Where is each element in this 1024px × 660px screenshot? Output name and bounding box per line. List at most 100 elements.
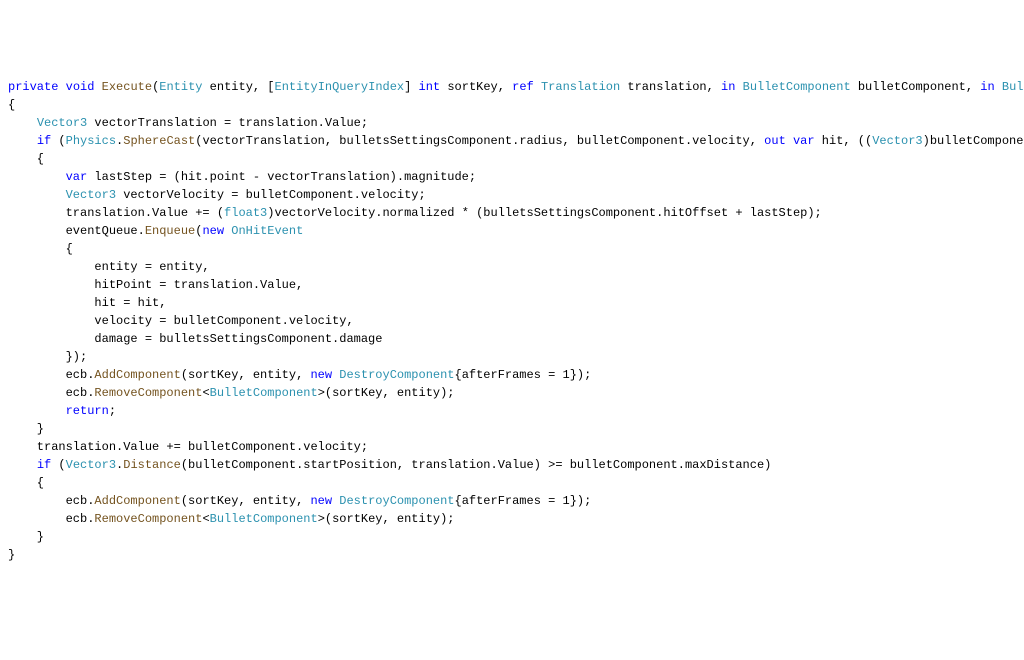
code-line[interactable]: Vector3 vectorTranslation = translation.… (8, 114, 1016, 132)
token-kw: out (764, 134, 786, 148)
token-plain: translation.Value += ( (8, 206, 224, 220)
code-line[interactable]: Vector3 vectorVelocity = bulletComponent… (8, 186, 1016, 204)
token-type: Translation (541, 80, 620, 94)
token-mth: AddComponent (94, 494, 180, 508)
token-plain (8, 116, 37, 130)
token-plain: lastStep = (hit.point - vectorTranslatio… (87, 170, 476, 184)
token-type: DestroyComponent (339, 368, 454, 382)
token-plain: translation, (620, 80, 721, 94)
token-plain: )bulletComponent.velocity).magnitude)) (923, 134, 1024, 148)
code-line[interactable]: } (8, 546, 1016, 564)
token-type: Vector3 (37, 116, 87, 130)
code-line[interactable]: eventQueue.Enqueue(new OnHitEvent (8, 222, 1016, 240)
token-plain: vectorVelocity = bulletComponent.velocit… (116, 188, 426, 202)
token-plain: ecb. (8, 386, 94, 400)
token-plain (94, 80, 101, 94)
code-line[interactable]: { (8, 96, 1016, 114)
token-plain: vectorTranslation = translation.Value; (87, 116, 368, 130)
code-line[interactable]: ecb.RemoveComponent<BulletComponent>(sor… (8, 384, 1016, 402)
token-mth: Execute (102, 80, 152, 94)
token-mth: SphereCast (123, 134, 195, 148)
code-line[interactable]: translation.Value += (float3)vectorVeloc… (8, 204, 1016, 222)
token-plain: ecb. (8, 512, 94, 526)
code-line[interactable]: private void Execute(Entity entity, [Ent… (8, 78, 1016, 96)
token-plain: < (202, 512, 209, 526)
code-line[interactable]: var lastStep = (hit.point - vectorTransl… (8, 168, 1016, 186)
code-line[interactable]: return; (8, 402, 1016, 420)
token-type: Entity (159, 80, 202, 94)
token-plain: (bulletComponent.startPosition, translat… (181, 458, 772, 472)
code-line[interactable]: hitPoint = translation.Value, (8, 276, 1016, 294)
token-plain: { (8, 152, 44, 166)
token-kw: void (66, 80, 95, 94)
code-editor[interactable]: private void Execute(Entity entity, [Ent… (8, 78, 1016, 564)
token-mth: RemoveComponent (94, 512, 202, 526)
token-type: BulletComponent (743, 80, 851, 94)
token-plain: velocity = bulletComponent.velocity, (8, 314, 354, 328)
token-plain: {afterFrames = 1}); (455, 494, 592, 508)
token-plain (58, 80, 65, 94)
token-plain: {afterFrames = 1}); (455, 368, 592, 382)
token-plain: translation.Value += bulletComponent.vel… (8, 440, 368, 454)
token-plain: hit, (( (815, 134, 873, 148)
token-type: Vector3 (872, 134, 922, 148)
code-line[interactable]: } (8, 528, 1016, 546)
token-plain: { (8, 476, 44, 490)
token-attr: EntityInQueryIndex (275, 80, 405, 94)
token-mth: AddComponent (94, 368, 180, 382)
token-plain: hit = hit, (8, 296, 166, 310)
token-mth: RemoveComponent (94, 386, 202, 400)
token-plain: >(sortKey, entity); (318, 512, 455, 526)
token-plain: < (202, 386, 209, 400)
code-line[interactable]: ecb.AddComponent(sortKey, entity, new De… (8, 492, 1016, 510)
token-kw: new (310, 368, 332, 382)
code-line[interactable]: if (Physics.SphereCast(vectorTranslation… (8, 132, 1016, 150)
code-line[interactable]: if (Vector3.Distance(bulletComponent.sta… (8, 456, 1016, 474)
token-kw: return (66, 404, 109, 418)
token-plain (8, 404, 66, 418)
code-line[interactable]: damage = bulletsSettingsComponent.damage (8, 330, 1016, 348)
token-plain: } (8, 548, 15, 562)
code-line[interactable]: { (8, 150, 1016, 168)
token-plain: { (8, 98, 15, 112)
token-kw: if (37, 458, 51, 472)
token-plain: ( (51, 458, 65, 472)
token-type: DestroyComponent (339, 494, 454, 508)
token-kw: private (8, 80, 58, 94)
token-kw: var (793, 134, 815, 148)
token-plain: } (8, 530, 44, 544)
token-plain: ] (404, 80, 418, 94)
token-plain (735, 80, 742, 94)
token-kw: in (721, 80, 735, 94)
token-mth: Enqueue (145, 224, 195, 238)
token-mth: Distance (123, 458, 181, 472)
code-line[interactable]: ecb.AddComponent(sortKey, entity, new De… (8, 366, 1016, 384)
token-type: BulletComponent (210, 512, 318, 526)
token-type: float3 (224, 206, 267, 220)
token-plain: ( (51, 134, 65, 148)
token-type: Vector3 (66, 458, 116, 472)
token-type: BulletsSettingsComponent (1002, 80, 1024, 94)
token-kw: in (980, 80, 994, 94)
code-line[interactable]: ecb.RemoveComponent<BulletComponent>(sor… (8, 510, 1016, 528)
token-plain (8, 188, 66, 202)
token-plain (8, 134, 37, 148)
token-kw: new (202, 224, 224, 238)
token-plain (8, 170, 66, 184)
code-line[interactable]: } (8, 420, 1016, 438)
token-plain: )vectorVelocity.normalized * (bulletsSet… (267, 206, 822, 220)
code-line[interactable]: hit = hit, (8, 294, 1016, 312)
token-plain (534, 80, 541, 94)
token-kw: int (419, 80, 441, 94)
token-plain: sortKey, (440, 80, 512, 94)
token-plain (8, 458, 37, 472)
code-line[interactable]: { (8, 240, 1016, 258)
token-plain: (vectorTranslation, bulletsSettingsCompo… (195, 134, 764, 148)
code-line[interactable]: entity = entity, (8, 258, 1016, 276)
code-line[interactable]: }); (8, 348, 1016, 366)
code-line[interactable]: translation.Value += bulletComponent.vel… (8, 438, 1016, 456)
token-plain (995, 80, 1002, 94)
code-line[interactable]: { (8, 474, 1016, 492)
code-line[interactable]: velocity = bulletComponent.velocity, (8, 312, 1016, 330)
token-plain: } (8, 422, 44, 436)
